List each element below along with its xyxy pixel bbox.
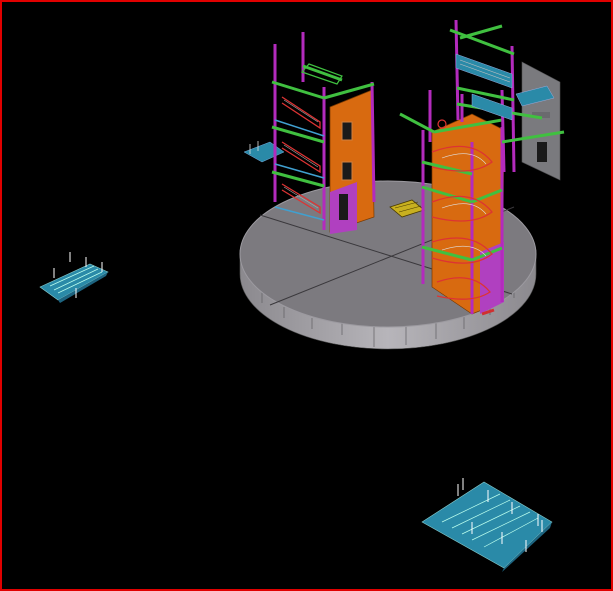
cad-3d-viewport[interactable] bbox=[0, 0, 613, 591]
model-scene bbox=[39, 19, 565, 572]
stair-piece-left[interactable] bbox=[39, 252, 109, 303]
stair-piece-bottom[interactable] bbox=[421, 478, 553, 572]
